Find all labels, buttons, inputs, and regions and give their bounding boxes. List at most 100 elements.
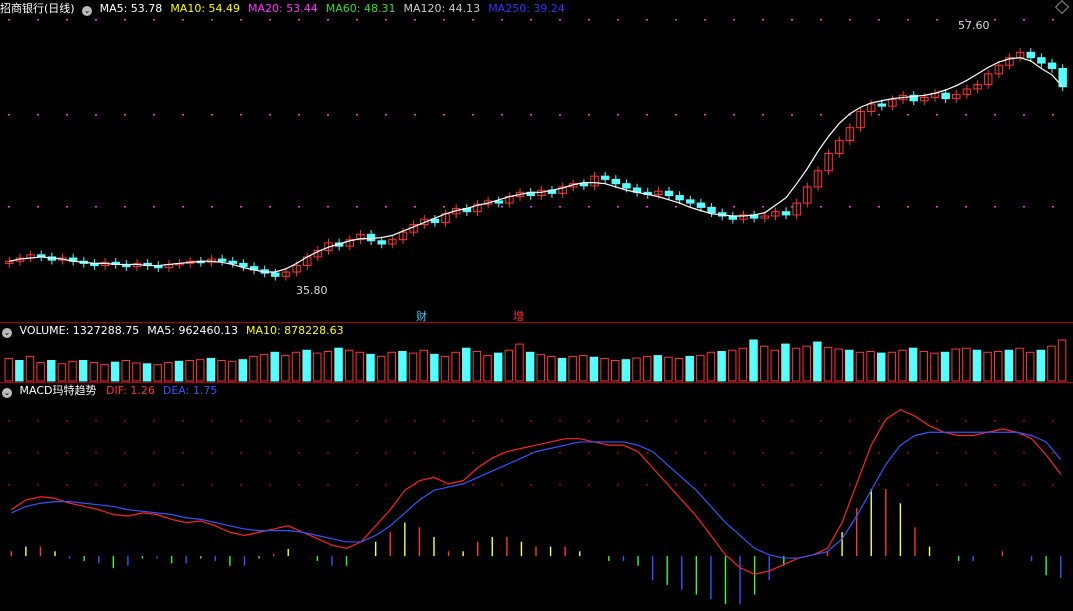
grid-dot — [1023, 420, 1025, 422]
volume-bar — [270, 351, 279, 382]
grid-dot — [37, 420, 39, 422]
grid-dot — [588, 19, 590, 21]
grid-dot — [501, 206, 503, 208]
grid-dot — [298, 452, 300, 454]
grid-dot — [298, 484, 300, 486]
grid-dot — [327, 420, 329, 422]
volume-bar — [78, 360, 88, 382]
volume-bar — [259, 353, 269, 382]
grid-dot — [124, 206, 126, 208]
grid-dot — [414, 206, 416, 208]
grid-dot — [124, 114, 126, 116]
volume-bar — [355, 351, 365, 382]
grid-dot — [385, 484, 387, 486]
grid-dot — [588, 484, 590, 486]
grid-dot — [936, 484, 938, 486]
grid-dot — [8, 114, 10, 116]
candle-body — [941, 92, 950, 100]
grid-dot — [994, 484, 996, 486]
volume-bar — [717, 350, 726, 382]
grid-dot — [936, 19, 938, 21]
volume-bar — [994, 350, 1003, 382]
grid-dot — [588, 420, 590, 422]
volume-bar — [738, 347, 748, 382]
grid-dot — [762, 484, 764, 486]
volume-bar — [866, 350, 875, 382]
grid-dot — [704, 452, 706, 454]
grid-dot — [8, 452, 10, 454]
volume-bar — [387, 351, 396, 382]
grid-dot — [356, 206, 358, 208]
grid-dot — [733, 420, 735, 422]
grid-dot — [878, 452, 880, 454]
grid-dot — [994, 206, 996, 208]
grid-dot — [559, 420, 561, 422]
grid-dot — [66, 19, 68, 21]
volume-bar — [493, 352, 503, 382]
grid-dot — [849, 452, 851, 454]
grid-dot — [559, 114, 561, 116]
volume-bar — [249, 355, 258, 382]
volume-bar — [334, 347, 343, 382]
grid-dot — [182, 114, 184, 116]
volume-bar — [483, 355, 492, 382]
grid-dot — [37, 484, 39, 486]
volume-bar — [57, 363, 67, 382]
volume-bar — [536, 353, 545, 382]
stock-chart[interactable] — [0, 0, 1073, 611]
volume-bar — [898, 349, 907, 382]
grid-dot — [907, 452, 909, 454]
grid-dot — [530, 484, 532, 486]
grid-dot — [559, 206, 561, 208]
grid-dot — [385, 206, 387, 208]
volume-bar — [813, 341, 822, 382]
grid-dot — [936, 206, 938, 208]
grid-dot — [66, 206, 68, 208]
volume-bar — [110, 361, 120, 382]
grid-dot — [617, 19, 619, 21]
grid-dot — [443, 19, 445, 21]
grid-dot — [472, 484, 474, 486]
volume-bar — [1004, 349, 1014, 382]
grid-dot — [762, 114, 764, 116]
grid-dot — [443, 452, 445, 454]
grid-dot — [414, 19, 416, 21]
grid-dot — [791, 452, 793, 454]
grid-dot — [1052, 452, 1054, 454]
grid-dot — [617, 484, 619, 486]
grid-dot — [1052, 206, 1054, 208]
grid-dot — [704, 484, 706, 486]
grid-dot — [182, 206, 184, 208]
volume-bar — [4, 357, 13, 382]
candle-body — [686, 199, 695, 204]
volume-bar — [919, 350, 928, 382]
grid-dot — [936, 114, 938, 116]
dea-line — [11, 431, 1062, 559]
volume-bar — [876, 352, 886, 382]
volume-bar — [153, 364, 162, 382]
grid-dot — [530, 114, 532, 116]
grid-dot — [617, 452, 619, 454]
event-marker-increase[interactable]: 增 — [513, 308, 524, 324]
volume-bar — [398, 350, 407, 382]
candle-body — [239, 262, 248, 268]
grid-dot — [965, 420, 967, 422]
volume-bar — [887, 351, 897, 382]
grid-dot — [414, 452, 416, 454]
grid-dot — [791, 484, 793, 486]
volume-bar — [196, 359, 205, 382]
volume-bar — [951, 348, 960, 382]
event-marker-financial[interactable]: 财 — [416, 308, 427, 324]
grid-dot — [791, 420, 793, 422]
grid-dot — [385, 420, 387, 422]
grid-dot — [617, 206, 619, 208]
grid-dot — [356, 19, 358, 21]
grid-dot — [153, 206, 155, 208]
volume-bar — [419, 349, 428, 382]
grid-dot — [37, 452, 39, 454]
grid-dot — [878, 484, 880, 486]
candle-body — [1047, 62, 1057, 69]
ma5-line — [9, 57, 1064, 273]
grid-dot — [733, 484, 735, 486]
grid-dot — [95, 452, 97, 454]
